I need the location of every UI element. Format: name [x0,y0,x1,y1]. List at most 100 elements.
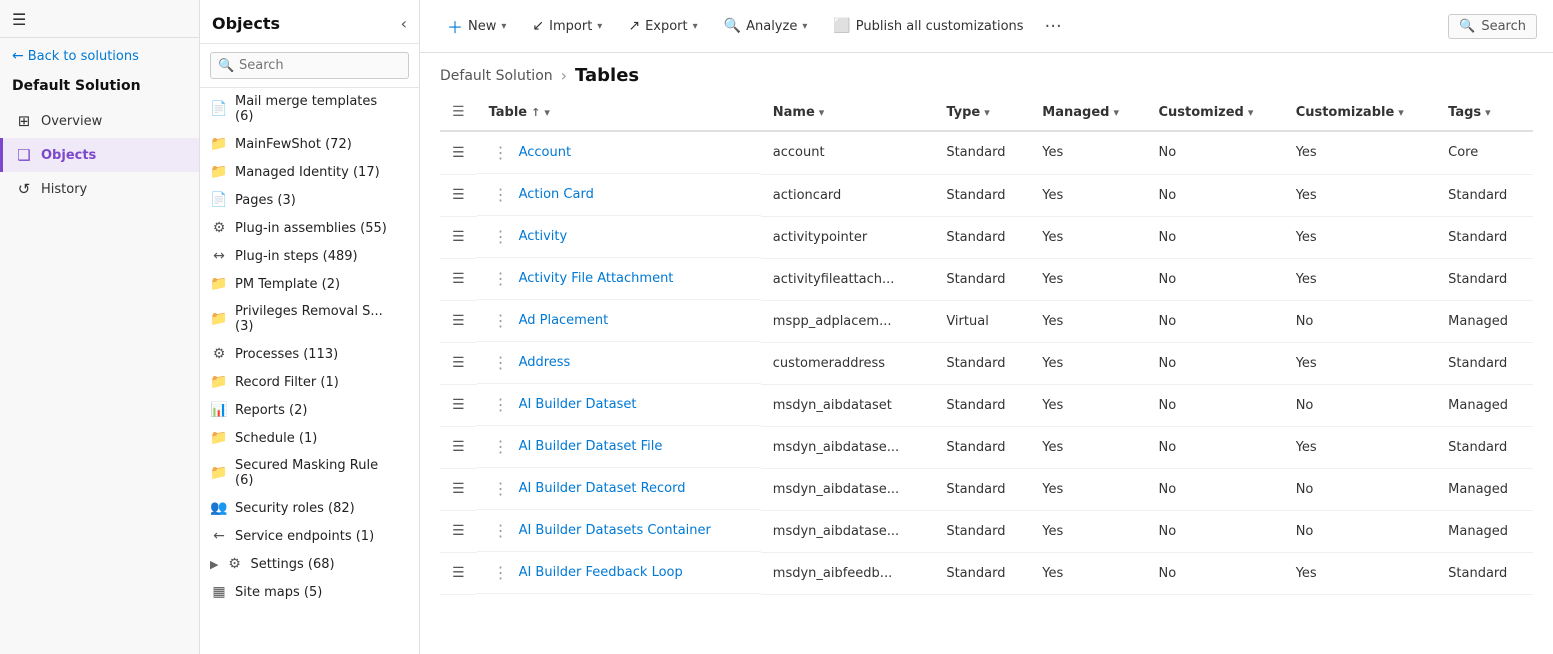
row-menu-button[interactable]: ⋮ [489,561,513,584]
list-item[interactable]: 📁 Schedule (1) ··· [200,424,419,452]
list-item[interactable]: 📁 Privileges Removal S... (3) ··· [200,298,419,340]
row-table-name[interactable]: AI Builder Dataset File [519,439,663,454]
row-table-name-cell: ⋮ Action Card [477,174,761,216]
row-customizable-cell: Yes [1284,342,1436,384]
th-managed[interactable]: Managed ▾ [1030,94,1146,131]
row-menu-button[interactable]: ⋮ [489,267,513,290]
analyze-icon: 🔍 [724,18,741,34]
row-table-icon-cell: ☰ [440,468,477,510]
th-name[interactable]: Name ▾ [761,94,935,131]
row-table-name[interactable]: AI Builder Feedback Loop [519,565,683,580]
toolbar-more-button[interactable]: ··· [1039,14,1068,39]
list-item[interactable]: 📁 Secured Masking Rule (6) ··· [200,452,419,494]
row-tags-cell: Core [1436,131,1533,174]
objects-search-input[interactable] [210,52,409,79]
row-table-name-cell: ⋮ AI Builder Dataset Record [477,468,761,510]
th-tags[interactable]: Tags ▾ [1436,94,1533,131]
list-item[interactable]: 📄 Mail merge templates (6) ··· [200,88,419,130]
row-menu-button[interactable]: ⋮ [489,309,513,332]
hamburger-icon[interactable]: ☰ [12,10,26,29]
th-type-chevron-icon: ▾ [984,106,990,119]
row-table-icon-cell: ☰ [440,552,477,594]
row-menu-button[interactable]: ⋮ [489,435,513,458]
row-customized-cell: No [1146,510,1283,552]
collapse-panel-button[interactable]: ‹ [401,14,407,33]
th-customizable[interactable]: Customizable ▾ [1284,94,1436,131]
sidebar-item-objects[interactable]: ❑ Objects [0,138,199,172]
list-item[interactable]: ⚙ Plug-in assemblies (55) ··· [200,214,419,242]
list-item[interactable]: 📁 Record Filter (1) ··· [200,368,419,396]
th-customized[interactable]: Customized ▾ [1146,94,1283,131]
table-row-icon: ☰ [452,145,465,161]
back-to-solutions-label: Back to solutions [28,49,139,64]
publish-button[interactable]: ⬜ Publish all customizations [822,12,1034,40]
list-item[interactable]: ▦ Site maps (5) ··· [200,578,419,606]
row-menu-button[interactable]: ⋮ [489,477,513,500]
row-table-name[interactable]: AI Builder Dataset [519,397,637,412]
row-tags-cell: Managed [1436,510,1533,552]
row-managed-cell: Yes [1030,510,1146,552]
publish-label: Publish all customizations [856,19,1024,34]
row-menu-button[interactable]: ⋮ [489,225,513,248]
table-row-icon: ☰ [452,439,465,455]
row-table-name[interactable]: AI Builder Datasets Container [519,523,711,538]
list-item[interactable]: 👥 Security roles (82) ··· [200,494,419,522]
list-item-label: Settings (68) [250,557,390,572]
export-button[interactable]: ↗ Export ▾ [617,12,708,40]
row-name-cell: activitypointer [761,216,935,258]
row-table-name[interactable]: Activity [519,229,568,244]
row-table-name-cell: ⋮ AI Builder Dataset [477,384,761,426]
row-table-name[interactable]: AI Builder Dataset Record [519,481,686,496]
import-label: Import [549,19,592,34]
list-item[interactable]: ⚙ Processes (113) ··· [200,340,419,368]
row-table-name[interactable]: Address [519,355,571,370]
toolbar-search-box[interactable]: 🔍 Search [1448,14,1537,39]
row-menu-button[interactable]: ⋮ [489,519,513,542]
list-item[interactable]: 📁 Managed Identity (17) ··· [200,158,419,186]
row-table-name-cell: ⋮ Account [477,132,761,174]
th-customizable-chevron-icon: ▾ [1398,106,1404,119]
import-button[interactable]: ↙ Import ▾ [521,12,613,40]
new-button[interactable]: ＋ New ▾ [436,8,517,44]
list-item[interactable]: 📊 Reports (2) ··· [200,396,419,424]
list-item-label: Record Filter (1) [235,375,391,390]
th-type[interactable]: Type ▾ [934,94,1030,131]
tables-data-table: ☰ Table ↑ ▾ Name ▾ [440,94,1533,595]
list-item[interactable]: ← Service endpoints (1) ··· [200,522,419,550]
row-table-name[interactable]: Account [519,145,572,160]
table-row: ☰ ⋮ AI Builder Datasets Container msdyn_… [440,510,1533,552]
row-managed-cell: Yes [1030,174,1146,216]
sidebar-top-bar: ☰ [0,0,199,38]
row-table-name[interactable]: Ad Placement [519,313,609,328]
list-item[interactable]: ▶ ⚙ Settings (68) ··· [200,550,419,578]
back-to-solutions-link[interactable]: ← Back to solutions [0,38,199,74]
objects-header: Objects ‹ [200,0,419,44]
list-item[interactable]: 📁 PM Template (2) ··· [200,270,419,298]
row-menu-button[interactable]: ⋮ [489,141,513,164]
row-name-cell: mspp_adplacem... [761,300,935,342]
list-item[interactable]: 📄 Pages (3) ··· [200,186,419,214]
breadcrumb-parent[interactable]: Default Solution [440,68,553,84]
mainfewshot-icon: 📁 [210,136,228,152]
th-name-chevron-icon: ▾ [819,106,825,119]
th-tags-chevron-icon: ▾ [1485,106,1491,119]
list-item[interactable]: 📁 MainFewShot (72) ··· [200,130,419,158]
analyze-button[interactable]: 🔍 Analyze ▾ [713,12,819,40]
row-menu-button[interactable]: ⋮ [489,183,513,206]
list-item[interactable]: ↔ Plug-in steps (489) ··· [200,242,419,270]
row-menu-button[interactable]: ⋮ [489,351,513,374]
row-table-name-cell: ⋮ AI Builder Feedback Loop [477,552,761,594]
th-table[interactable]: Table ↑ ▾ [477,94,761,131]
th-managed-chevron-icon: ▾ [1113,106,1119,119]
row-managed-cell: Yes [1030,131,1146,174]
sidebar-item-overview[interactable]: ⊞ Overview [0,104,199,138]
row-type-cell: Standard [934,342,1030,384]
row-menu-button[interactable]: ⋮ [489,393,513,416]
row-table-name[interactable]: Activity File Attachment [519,271,674,286]
list-item-label: Privileges Removal S... (3) [235,304,391,334]
row-tags-cell: Standard [1436,552,1533,594]
export-chevron-icon: ▾ [693,21,698,32]
sidebar-item-history[interactable]: ↺ History [0,172,199,206]
site-maps-icon: ▦ [210,584,228,600]
row-table-name[interactable]: Action Card [519,187,594,202]
